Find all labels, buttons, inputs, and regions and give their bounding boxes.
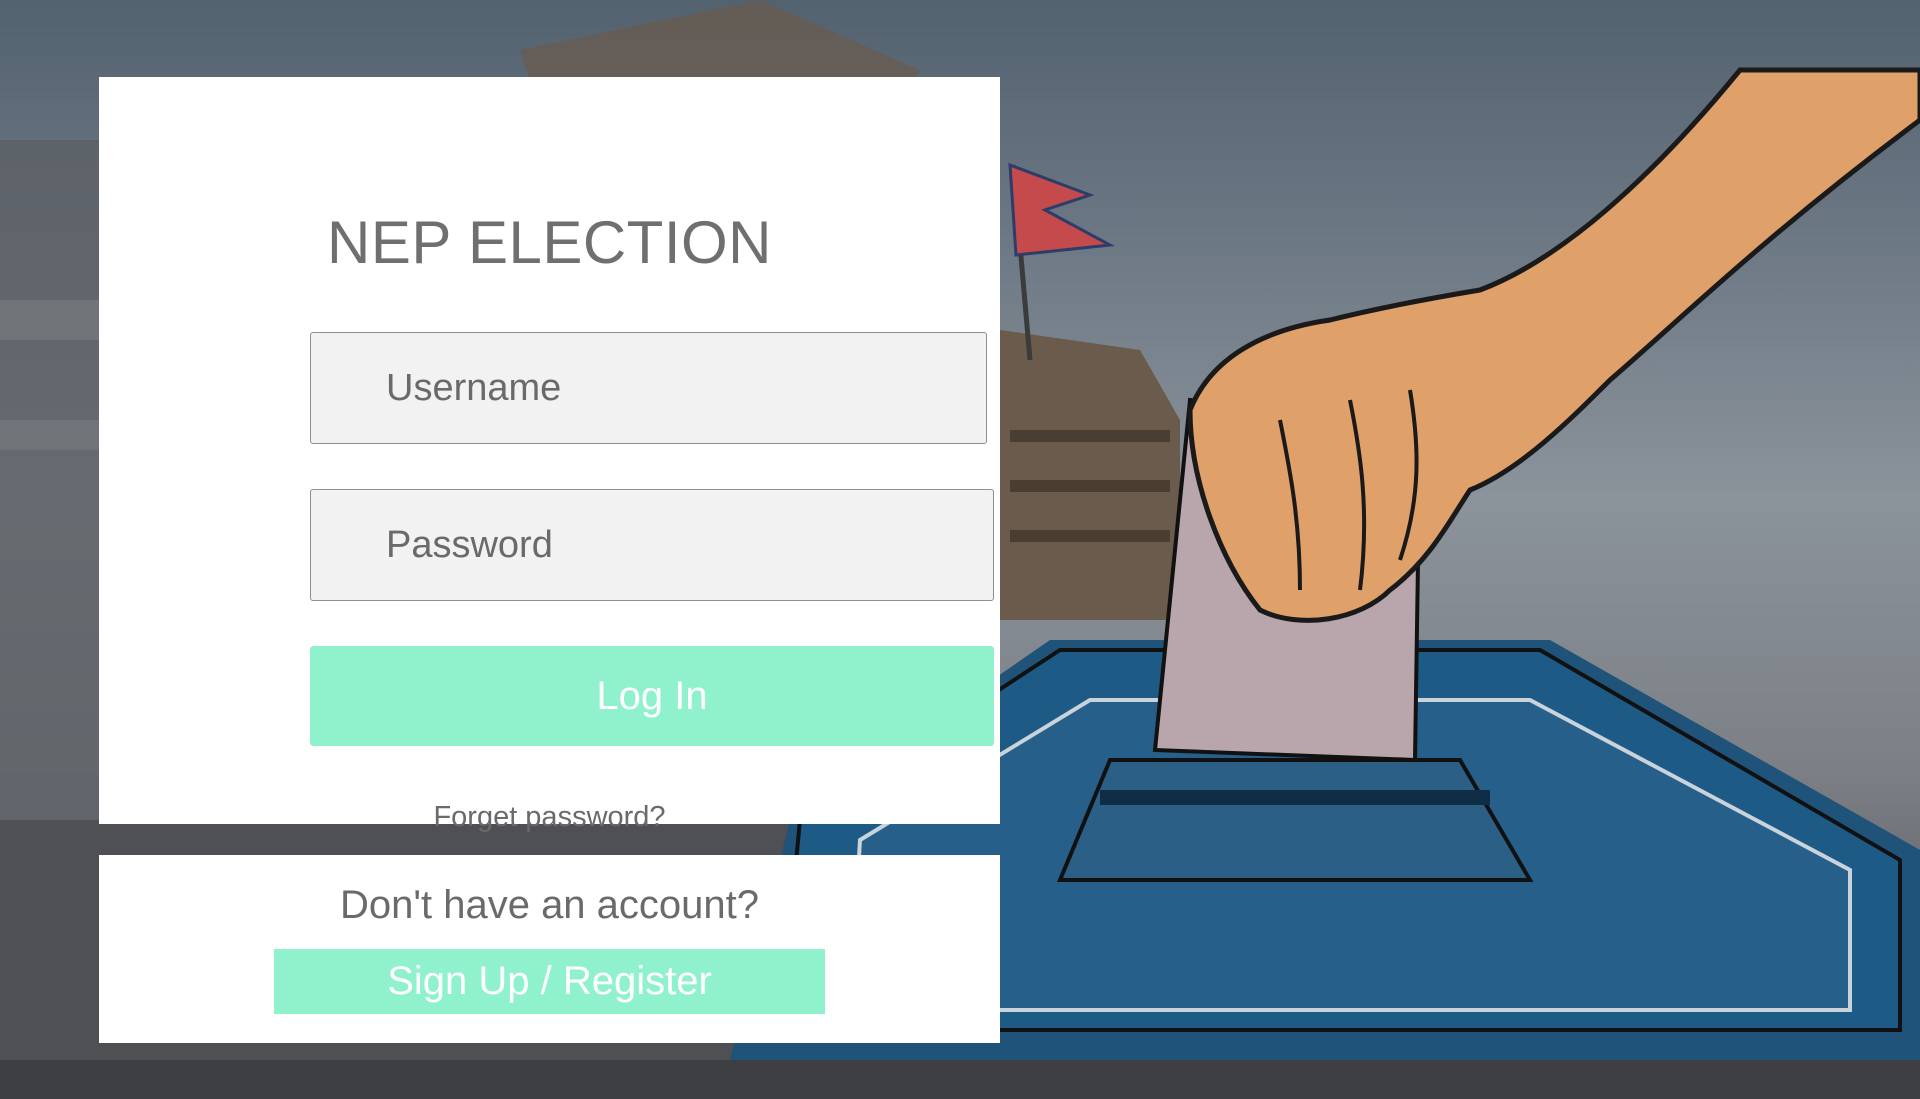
- signup-prompt: Don't have an account?: [339, 883, 760, 927]
- login-card: NEP ELECTION Log In Forget password?: [99, 77, 1000, 833]
- signup-card: Don't have an account? Sign Up / Registe…: [99, 855, 1000, 1043]
- username-input[interactable]: [310, 332, 987, 444]
- signup-button[interactable]: Sign Up / Register: [274, 949, 825, 1014]
- password-input[interactable]: [310, 489, 994, 601]
- forgot-password-link[interactable]: Forget password?: [99, 799, 1000, 835]
- app-title: NEP ELECTION: [326, 209, 772, 276]
- nepal-flag-icon: [1008, 162, 1115, 361]
- login-button[interactable]: Log In: [310, 646, 994, 746]
- hand-icon: [1187, 67, 1920, 623]
